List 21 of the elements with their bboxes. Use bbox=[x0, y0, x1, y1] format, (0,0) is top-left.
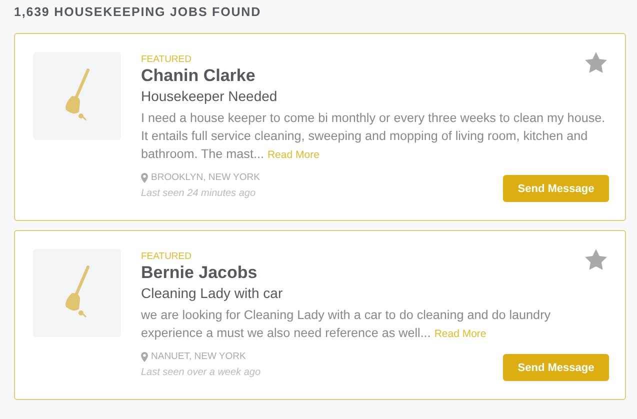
poster-name: Bernie Jacobs bbox=[141, 263, 258, 283]
read-more-link[interactable]: Read More bbox=[267, 149, 320, 161]
job-title: Housekeeper Needed bbox=[141, 87, 278, 106]
results-heading: 1,639 HOUSEKEEPING JOBS FOUND bbox=[14, 4, 262, 20]
job-description: I need a house keeper to come bi monthly or every three weeks to clean my house. It entails full service cleaning, sweeping and mopping of living room, kitchen and bathroom. The mast... Read More bbox=[141, 110, 606, 163]
featured-label: FEATURED bbox=[141, 251, 192, 263]
job-location: BROOKLYN, NEW YORK bbox=[151, 171, 260, 185]
featured-label: FEATURED bbox=[141, 54, 192, 66]
location-pin-icon bbox=[141, 173, 148, 183]
last-seen-text: Last seen 24 minutes ago bbox=[141, 187, 257, 201]
send-message-button[interactable]: Send Message bbox=[503, 354, 609, 381]
send-message-button[interactable]: Send Message bbox=[503, 175, 609, 202]
read-more-link[interactable]: Read More bbox=[434, 328, 486, 340]
last-seen-text: Last seen over a week ago bbox=[141, 366, 261, 380]
star-icon[interactable] bbox=[585, 52, 607, 73]
star-icon[interactable] bbox=[585, 249, 607, 270]
job-description: we are looking for Cleaning Lady with a car to do cleaning and do laundry experience a must we also need reference as well... Read More bbox=[141, 307, 552, 342]
location-pin-icon bbox=[141, 352, 148, 362]
poster-name: Chanin Clarke bbox=[141, 66, 256, 86]
job-title: Cleaning Lady with car bbox=[141, 284, 283, 303]
job-location: NANUET, NEW YORK bbox=[151, 350, 246, 364]
